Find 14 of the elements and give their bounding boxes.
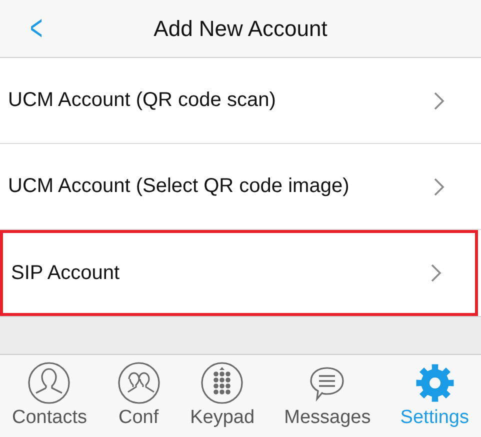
people-icon <box>116 361 161 405</box>
account-option[interactable]: SIP Account <box>0 230 478 316</box>
account-option[interactable]: UCM Account (QR code scan) <box>0 58 481 144</box>
chevron-icon <box>433 176 445 196</box>
tab[interactable]: Conf <box>110 355 167 437</box>
dialpad-icon <box>200 361 244 405</box>
screen-title: Add New Account <box>154 16 328 42</box>
account-option[interactable]: UCM Account (Select QR code image) <box>0 144 481 230</box>
chevron-icon <box>430 263 442 283</box>
chevron-icon <box>433 90 445 110</box>
tab[interactable]: Contacts <box>6 355 93 437</box>
person-icon <box>27 361 72 405</box>
tab[interactable]: Messages <box>278 355 377 437</box>
tab[interactable]: Keypad <box>184 355 261 437</box>
